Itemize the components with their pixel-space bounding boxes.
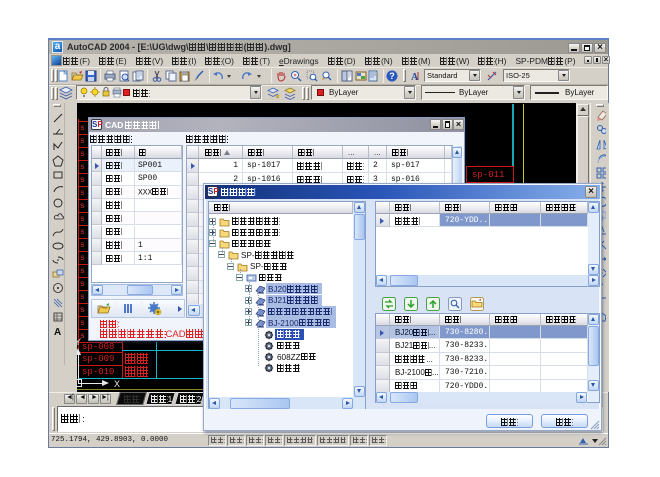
svg-text:A: A: [54, 327, 61, 338]
svg-text:?: ?: [389, 71, 395, 81]
